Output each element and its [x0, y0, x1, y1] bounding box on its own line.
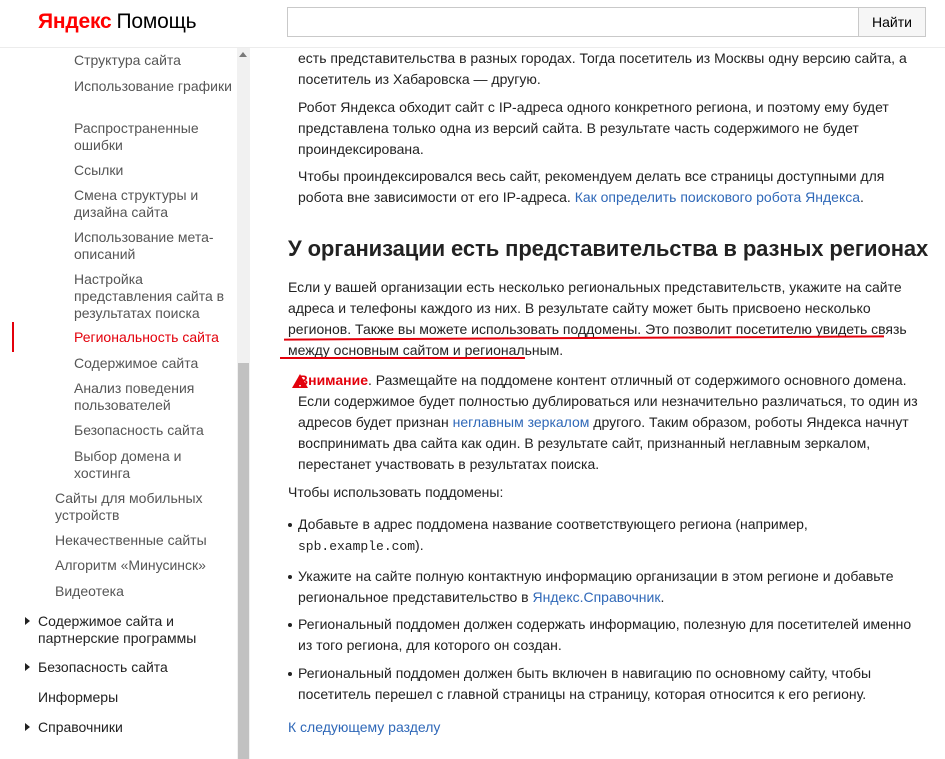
sidebar-item-content-partners[interactable]: Содержимое сайта и партнерские программы [25, 613, 233, 647]
non-main-mirror-link[interactable]: неглавным зеркалом [453, 414, 590, 430]
sidebar-item-security-section[interactable]: Безопасность сайта [25, 659, 233, 676]
warning-block: Внимание. Размещайте на поддомене контен… [298, 370, 928, 475]
list-bullet [288, 575, 292, 579]
search-button[interactable]: Найти [858, 7, 926, 37]
list-bullet [288, 523, 292, 527]
sidebar-item-meta-descriptions[interactable]: Использование мета-описаний [74, 229, 234, 263]
search-input[interactable] [287, 7, 860, 37]
header: Яндекс Помощь Найти [0, 0, 945, 48]
paragraph-index: Чтобы проиндексировался весь сайт, реком… [298, 166, 928, 208]
sidebar-item-label: Безопасность сайта [38, 659, 168, 675]
paragraph-subdomains: Чтобы использовать поддомены: [288, 484, 504, 500]
sidebar-item-informers[interactable]: Информеры [38, 689, 233, 706]
sidebar-item-search-presentation[interactable]: Настройка представления сайта в результа… [74, 271, 234, 322]
list-bullet [288, 672, 292, 676]
sidebar-scrollbar[interactable] [237, 48, 250, 759]
paragraph-robot: Робот Яндекса обходит сайт с IP-адреса о… [298, 99, 889, 157]
sidebar-item-site-security[interactable]: Безопасность сайта [74, 422, 234, 439]
detect-robot-link[interactable]: Как определить поискового робота Яндекса [575, 189, 860, 205]
sidebar-item-mobile-sites[interactable]: Сайты для мобильных устройств [55, 490, 235, 524]
list-item: Добавьте в адрес поддомена название соот… [298, 514, 928, 557]
sidebar-item-links[interactable]: Ссылки [74, 162, 234, 179]
sidebar-item-common-errors[interactable]: Распространенные ошибки [74, 120, 234, 154]
expand-triangle-icon[interactable] [25, 663, 30, 671]
sidebar-item-domain-hosting[interactable]: Выбор домена и хостинга [74, 448, 234, 482]
code-snippet: spb.example.com [298, 539, 416, 554]
paragraph-org: Если у вашей организации есть несколько … [288, 277, 933, 361]
article-content: есть представительства в разных городах.… [250, 48, 945, 759]
paragraph-top: есть представительства в разных городах.… [298, 50, 907, 87]
scroll-up-arrow-icon[interactable] [239, 52, 247, 57]
sidebar-item-low-quality[interactable]: Некачественные сайты [55, 532, 235, 549]
logo-brand: Яндекс [38, 10, 112, 33]
sidebar-item-site-structure[interactable]: Структура сайта [74, 52, 234, 69]
sidebar-item-site-content[interactable]: Содержимое сайта [74, 355, 234, 372]
yandex-directory-link[interactable]: Яндекс.Справочник [533, 589, 661, 605]
warning-label: Внимание [298, 372, 368, 388]
list-text: Добавьте в адрес поддомена название соот… [298, 516, 808, 532]
expand-triangle-icon[interactable] [25, 617, 30, 625]
yandex-help-logo[interactable]: Яндекс Помощь [38, 10, 197, 34]
sidebar-item-video[interactable]: Видеотека [55, 583, 235, 600]
sidebar-item-graphics[interactable]: Использование графики [74, 78, 234, 95]
logo-product: Помощь [116, 10, 197, 33]
list-item: Региональный поддомен должен быть включе… [298, 665, 872, 702]
next-section-link[interactable]: К следующему разделу [288, 717, 933, 738]
expand-triangle-icon[interactable] [25, 723, 30, 731]
list-text: ). [415, 537, 424, 553]
scrollbar-thumb[interactable] [238, 363, 249, 759]
sidebar-nav: Структура сайта Использование графики Ра… [0, 48, 250, 759]
sidebar-item-structure-change[interactable]: Смена структуры и дизайна сайта [74, 187, 234, 221]
sidebar-item-minusinsk[interactable]: Алгоритм «Минусинск» [55, 557, 235, 574]
list-item: Укажите на сайте полную контактную инфор… [298, 566, 928, 608]
list-bullet [288, 623, 292, 627]
sidebar-item-directories[interactable]: Справочники [25, 719, 233, 736]
next-section-link-text[interactable]: К следующему разделу [288, 719, 440, 735]
red-underline-mark [280, 357, 525, 359]
paragraph-text: . [860, 189, 864, 205]
active-item-marker [12, 322, 14, 352]
list-text: . [660, 589, 665, 605]
sidebar-item-regionality[interactable]: Региональность сайта [74, 329, 234, 346]
sidebar-item-label: Справочники [38, 719, 123, 735]
list-item: Региональный поддомен должен содержать и… [298, 616, 912, 653]
sidebar-item-label: Содержимое сайта и партнерские программы [38, 613, 197, 646]
sidebar-item-user-behavior[interactable]: Анализ поведения пользователей [74, 380, 234, 414]
section-heading: У организации есть представительства в р… [288, 236, 929, 261]
